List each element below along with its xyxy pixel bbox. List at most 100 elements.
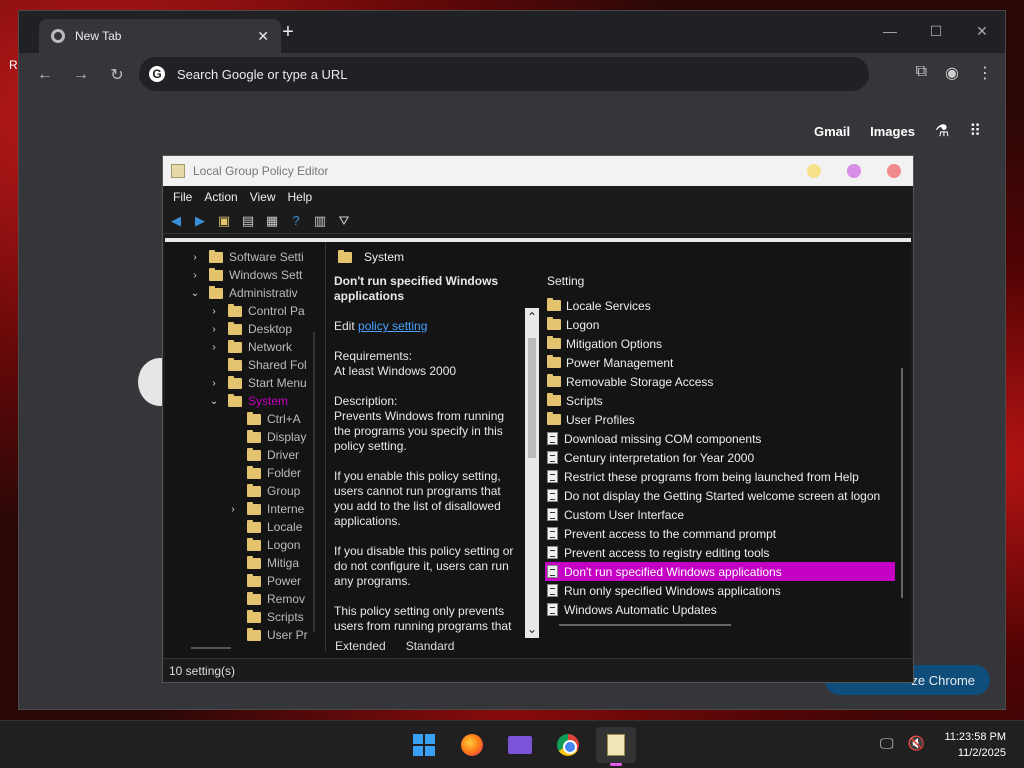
settings-row[interactable]: Century interpretation for Year 2000 bbox=[545, 448, 895, 467]
start-button[interactable] bbox=[404, 727, 444, 763]
tree-item[interactable]: Driver bbox=[227, 446, 299, 464]
settings-row[interactable]: Locale Services bbox=[545, 296, 895, 315]
tree-item[interactable]: Power bbox=[227, 572, 301, 590]
tree-item[interactable]: Scripts bbox=[227, 608, 304, 626]
reload-icon[interactable]: ↻ bbox=[99, 65, 135, 85]
tree-item[interactable]: ⌄ Administrativ bbox=[189, 284, 298, 302]
close-button[interactable]: ✕ bbox=[959, 11, 1005, 51]
clock[interactable]: 11:23:58 PM 11/2/2025 bbox=[944, 729, 1006, 761]
mute-icon[interactable]: 🔇 bbox=[908, 735, 925, 752]
tree-item[interactable]: Mitiga bbox=[227, 554, 299, 572]
settings-row[interactable]: Removable Storage Access bbox=[545, 372, 895, 391]
chevron-right-icon[interactable]: › bbox=[208, 378, 220, 389]
forward-arrow-icon[interactable]: ▶ bbox=[191, 213, 209, 229]
tree-item[interactable]: › Start Menu bbox=[208, 374, 307, 392]
settings-row[interactable]: User Profiles bbox=[545, 410, 895, 429]
help-icon[interactable]: ? bbox=[287, 213, 305, 228]
lens-icon[interactable]: ⧉ bbox=[916, 63, 927, 83]
chevron-right-icon[interactable]: › bbox=[208, 342, 220, 353]
tab-new-tab[interactable]: New Tab ✕ bbox=[39, 19, 281, 53]
back-arrow-icon[interactable]: ◀ bbox=[167, 213, 185, 229]
tab-close-icon[interactable]: ✕ bbox=[257, 28, 269, 45]
gpedit-close-button[interactable] bbox=[887, 164, 901, 178]
settings-row[interactable]: Prevent access to the command prompt bbox=[545, 524, 895, 543]
gpedit-taskbar-button[interactable] bbox=[596, 727, 636, 766]
tab-extended[interactable]: Extended bbox=[335, 639, 386, 653]
list-vscrollbar[interactable] bbox=[901, 368, 903, 598]
display-icon[interactable]: 🖵 bbox=[880, 735, 894, 752]
tree-item[interactable]: Group bbox=[227, 482, 300, 500]
gpedit-maximize-button[interactable] bbox=[847, 164, 861, 178]
apps-grid-icon[interactable]: ⠿ bbox=[969, 121, 981, 141]
settings-row[interactable]: Custom User Interface bbox=[545, 505, 895, 524]
settings-row[interactable]: Don't run specified Windows applications bbox=[545, 562, 895, 581]
settings-row[interactable]: Scripts bbox=[545, 391, 895, 410]
tab-standard[interactable]: Standard bbox=[406, 639, 455, 653]
scroll-down-icon[interactable]: ⌄ bbox=[525, 622, 539, 636]
settings-row[interactable]: Logon bbox=[545, 315, 895, 334]
tree-hscrollbar[interactable] bbox=[191, 647, 231, 649]
settings-row[interactable]: Restrict these programs from being launc… bbox=[545, 467, 895, 486]
chevron-right-icon[interactable]: › bbox=[208, 324, 220, 335]
tree-item[interactable]: User Pr bbox=[227, 626, 308, 644]
scroll-thumb[interactable] bbox=[528, 338, 536, 458]
menu-file[interactable]: File bbox=[167, 190, 198, 204]
maximize-button[interactable]: ☐ bbox=[913, 11, 959, 51]
gmail-link[interactable]: Gmail bbox=[814, 124, 850, 139]
tree-item[interactable]: › Interne bbox=[227, 500, 304, 518]
tree-item[interactable]: Remov bbox=[227, 590, 305, 608]
tree-item[interactable]: Locale bbox=[227, 518, 302, 536]
settings-row[interactable]: Run only specified Windows applications bbox=[545, 581, 895, 600]
chrome-taskbar-button[interactable] bbox=[548, 727, 588, 763]
settings-row[interactable]: Do not display the Getting Started welco… bbox=[545, 486, 895, 505]
menu-icon[interactable]: ⋮ bbox=[977, 63, 993, 83]
tree-item[interactable]: Logon bbox=[227, 536, 300, 554]
tree-scrollbar[interactable] bbox=[313, 332, 315, 632]
description-scrollbar[interactable]: ⌃ ⌄ bbox=[525, 308, 539, 638]
settings-row[interactable]: Prevent access to registry editing tools bbox=[545, 543, 895, 562]
tree-item[interactable]: › Software Setti bbox=[189, 248, 304, 266]
tree-item[interactable]: › Control Pa bbox=[208, 302, 305, 320]
labs-icon[interactable]: ⚗ bbox=[935, 121, 949, 141]
settings-row[interactable]: Windows Automatic Updates bbox=[545, 600, 895, 619]
profile-icon[interactable]: ◉ bbox=[945, 63, 959, 83]
tree-item[interactable]: › Windows Sett bbox=[189, 266, 302, 284]
forward-icon[interactable]: → bbox=[63, 66, 99, 84]
filter-icon[interactable]: ⛛ bbox=[335, 213, 353, 229]
tree-item[interactable]: › Desktop bbox=[208, 320, 292, 338]
omnibox[interactable]: G Search Google or type a URL bbox=[139, 57, 869, 91]
chevron-right-icon[interactable]: › bbox=[208, 306, 220, 317]
minimize-button[interactable]: — bbox=[867, 11, 913, 51]
settings-row[interactable]: Download missing COM components bbox=[545, 429, 895, 448]
tree-item[interactable]: Ctrl+A bbox=[227, 410, 301, 428]
tree-item[interactable]: › Network bbox=[208, 338, 292, 356]
images-link[interactable]: Images bbox=[870, 124, 915, 139]
scroll-up-icon[interactable]: ⌃ bbox=[525, 310, 539, 324]
menu-help[interactable]: Help bbox=[282, 190, 319, 204]
chevron-right-icon[interactable]: › bbox=[189, 252, 201, 263]
properties-icon[interactable]: ▥ bbox=[311, 213, 329, 229]
gpedit-minimize-button[interactable] bbox=[807, 164, 821, 178]
edit-policy-link[interactable]: policy setting bbox=[358, 319, 427, 333]
chevron-down-icon[interactable]: ⌄ bbox=[189, 288, 201, 299]
menu-view[interactable]: View bbox=[244, 190, 282, 204]
menu-action[interactable]: Action bbox=[198, 190, 243, 204]
tree-item[interactable]: Folder bbox=[227, 464, 301, 482]
files-taskbar-button[interactable] bbox=[500, 727, 540, 763]
chevron-right-icon[interactable]: › bbox=[189, 270, 201, 281]
list-header-setting[interactable]: Setting bbox=[547, 274, 584, 288]
firefox-taskbar-button[interactable] bbox=[452, 727, 492, 763]
chevron-right-icon[interactable]: › bbox=[227, 504, 239, 515]
tree-item[interactable]: Display bbox=[227, 428, 306, 446]
settings-row[interactable]: Mitigation Options bbox=[545, 334, 895, 353]
new-tab-button[interactable]: + bbox=[274, 21, 302, 44]
chevron-down-icon[interactable]: ⌄ bbox=[208, 396, 220, 407]
show-hide-tree-icon[interactable]: ▤ bbox=[239, 213, 257, 229]
export-list-icon[interactable]: ▦ bbox=[263, 213, 281, 229]
settings-row[interactable]: Power Management bbox=[545, 353, 895, 372]
tree-item[interactable]: Shared Fol bbox=[208, 356, 307, 374]
up-folder-icon[interactable]: ▣ bbox=[215, 213, 233, 229]
back-icon[interactable]: ← bbox=[27, 66, 63, 84]
tree-item[interactable]: ⌄ System bbox=[208, 392, 288, 410]
list-hscrollbar[interactable] bbox=[559, 624, 731, 626]
